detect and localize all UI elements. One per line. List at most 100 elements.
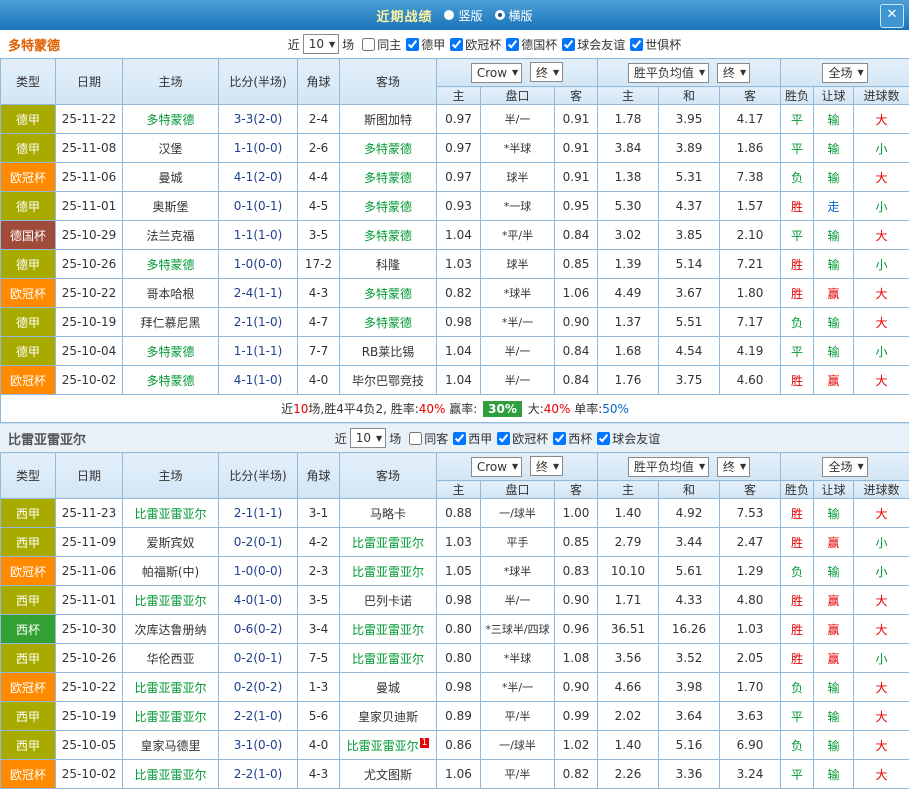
away-team[interactable]: 皇家贝迪斯 (340, 702, 437, 731)
checkbox-input[interactable] (450, 38, 463, 51)
home-team[interactable]: 多特蒙德 (123, 105, 219, 134)
recent-count-select[interactable]: 10 ▼ (350, 428, 386, 448)
home-team[interactable]: 比雷亚雷亚尔 (123, 702, 219, 731)
filter-checkbox[interactable]: 德国杯 (506, 36, 557, 53)
score[interactable]: 1-0(0-0) (219, 557, 298, 586)
home-team[interactable]: 帕福斯(中) (123, 557, 219, 586)
close-icon[interactable]: ✕ (880, 4, 904, 28)
score[interactable]: 2-1(1-0) (219, 308, 298, 337)
score[interactable]: 3-3(2-0) (219, 105, 298, 134)
away-team[interactable]: 比雷亚雷亚尔 (340, 557, 437, 586)
score[interactable]: 1-1(1-0) (219, 221, 298, 250)
score[interactable]: 4-1(2-0) (219, 163, 298, 192)
filter-checkbox[interactable]: 西杯 (553, 430, 592, 447)
filter-checkbox[interactable]: 西甲 (453, 430, 492, 447)
away-team[interactable]: 多特蒙德 (340, 163, 437, 192)
scope-select[interactable]: 全场 ▼ (822, 63, 867, 83)
score[interactable]: 2-1(1-1) (219, 499, 298, 528)
avg-stage-select[interactable]: 终 ▼ (717, 63, 750, 83)
home-team[interactable]: 多特蒙德 (123, 366, 219, 395)
score[interactable]: 2-2(1-0) (219, 760, 298, 789)
filter-checkbox[interactable]: 球会友谊 (597, 430, 660, 447)
away-team[interactable]: 多特蒙德 (340, 221, 437, 250)
score[interactable]: 4-1(1-0) (219, 366, 298, 395)
score[interactable]: 0-2(0-1) (219, 528, 298, 557)
col-avg-home: 主 (598, 87, 659, 105)
home-team[interactable]: 比雷亚雷亚尔 (123, 673, 219, 702)
checkbox-input[interactable] (630, 38, 643, 51)
home-team[interactable]: 奥斯堡 (123, 192, 219, 221)
checkbox-input[interactable] (406, 38, 419, 51)
score[interactable]: 0-2(0-2) (219, 673, 298, 702)
goals-result: 大 (854, 366, 909, 395)
scope-select[interactable]: 全场 ▼ (822, 457, 867, 477)
checkbox-input[interactable] (453, 432, 466, 445)
away-team[interactable]: 比雷亚雷亚尔1 (340, 731, 437, 760)
odds-source-select[interactable]: Crow ▼ (471, 457, 522, 477)
avg-odds-select[interactable]: 胜平负均值 ▼ (628, 457, 709, 477)
home-team[interactable]: 爱斯宾奴 (123, 528, 219, 557)
score[interactable]: 2-2(1-0) (219, 702, 298, 731)
home-team[interactable]: 皇家马德里 (123, 731, 219, 760)
home-team[interactable]: 法兰克福 (123, 221, 219, 250)
filter-checkbox[interactable]: 世俱杯 (630, 36, 681, 53)
avg-stage-select[interactable]: 终 ▼ (717, 457, 750, 477)
odds-stage-select[interactable]: 终 ▼ (530, 456, 563, 476)
score[interactable]: 4-0(1-0) (219, 586, 298, 615)
checkbox-input[interactable] (597, 432, 610, 445)
away-team[interactable]: 多特蒙德 (340, 308, 437, 337)
score[interactable]: 0-2(0-1) (219, 644, 298, 673)
odds-stage-select[interactable]: 终 ▼ (530, 62, 563, 82)
away-team[interactable]: 比雷亚雷亚尔 (340, 644, 437, 673)
home-team[interactable]: 汉堡 (123, 134, 219, 163)
filter-checkbox[interactable]: 欧冠杯 (497, 430, 548, 447)
checkbox-input[interactable] (506, 38, 519, 51)
home-team[interactable]: 比雷亚雷亚尔 (123, 499, 219, 528)
checkbox-input[interactable] (362, 38, 375, 51)
away-team[interactable]: 比雷亚雷亚尔 (340, 615, 437, 644)
away-team[interactable]: 曼城 (340, 673, 437, 702)
score[interactable]: 1-1(1-1) (219, 337, 298, 366)
checkbox-input[interactable] (553, 432, 566, 445)
layout-vertical-radio[interactable]: 竖版 (444, 7, 482, 24)
filter-checkbox[interactable]: 同客 (409, 430, 448, 447)
score[interactable]: 0-1(0-1) (219, 192, 298, 221)
home-team[interactable]: 比雷亚雷亚尔 (123, 760, 219, 789)
score[interactable]: 0-6(0-2) (219, 615, 298, 644)
score[interactable]: 1-0(0-0) (219, 250, 298, 279)
home-team[interactable]: 拜仁慕尼黑 (123, 308, 219, 337)
home-team[interactable]: 比雷亚雷亚尔 (123, 586, 219, 615)
home-team[interactable]: 华伦西亚 (123, 644, 219, 673)
score[interactable]: 2-4(1-1) (219, 279, 298, 308)
layout-horizontal-radio[interactable]: 横版 (495, 7, 533, 24)
handicap-result: 走 (814, 192, 854, 221)
recent-count-select[interactable]: 10 ▼ (303, 34, 339, 54)
away-team[interactable]: 马略卡 (340, 499, 437, 528)
away-team[interactable]: 多特蒙德 (340, 192, 437, 221)
avg-odds-select[interactable]: 胜平负均值 ▼ (628, 63, 709, 83)
away-team[interactable]: 科隆 (340, 250, 437, 279)
home-team[interactable]: 多特蒙德 (123, 337, 219, 366)
score[interactable]: 1-1(0-0) (219, 134, 298, 163)
away-team[interactable]: 斯图加特 (340, 105, 437, 134)
filter-checkbox[interactable]: 德甲 (406, 36, 445, 53)
away-team[interactable]: RB莱比锡 (340, 337, 437, 366)
home-team[interactable]: 次库达鲁册纳 (123, 615, 219, 644)
home-team[interactable]: 哥本哈根 (123, 279, 219, 308)
away-team[interactable]: 多特蒙德 (340, 279, 437, 308)
filter-checkbox[interactable]: 同主 (362, 36, 401, 53)
away-team[interactable]: 巴列卡诺 (340, 586, 437, 615)
checkbox-input[interactable] (497, 432, 510, 445)
home-team[interactable]: 多特蒙德 (123, 250, 219, 279)
away-team[interactable]: 多特蒙德 (340, 134, 437, 163)
checkbox-input[interactable] (562, 38, 575, 51)
score[interactable]: 3-1(0-0) (219, 731, 298, 760)
away-team[interactable]: 比雷亚雷亚尔 (340, 528, 437, 557)
away-team[interactable]: 毕尔巴鄂竞技 (340, 366, 437, 395)
filter-checkbox[interactable]: 欧冠杯 (450, 36, 501, 53)
checkbox-input[interactable] (409, 432, 422, 445)
odds-source-select[interactable]: Crow ▼ (471, 63, 522, 83)
home-team[interactable]: 曼城 (123, 163, 219, 192)
away-team[interactable]: 尤文图斯 (340, 760, 437, 789)
filter-checkbox[interactable]: 球会友谊 (562, 36, 625, 53)
